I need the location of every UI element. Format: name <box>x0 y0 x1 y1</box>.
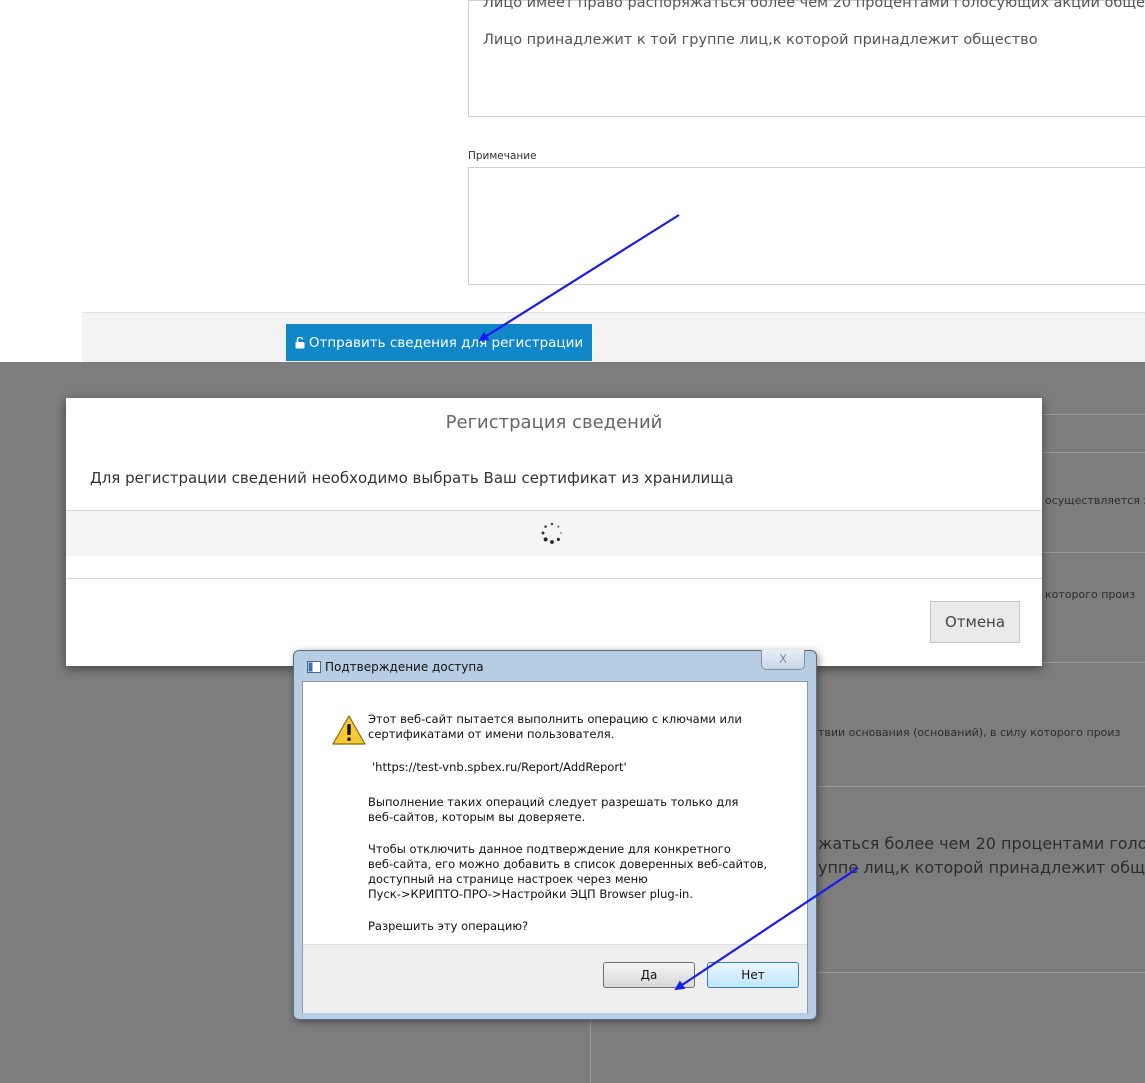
registration-modal: Регистрация сведений Для регистрации све… <box>66 398 1042 666</box>
window-app-icon <box>307 661 321 673</box>
loading-spinner-icon <box>541 522 562 544</box>
modal-divider <box>66 578 1042 579</box>
unlock-icon <box>295 336 305 348</box>
warning-icon <box>332 715 366 745</box>
modal-message: Для регистрации сведений необходимо выбр… <box>90 469 734 487</box>
loading-row <box>66 510 1042 556</box>
note-label: Примечание <box>468 150 537 162</box>
report-form: Лицо имеет право распоряжаться более чем… <box>0 0 1145 363</box>
form-footer-bar <box>82 312 1145 363</box>
dialog-text: Этот веб-сайт пытается выполнить операци… <box>368 712 742 726</box>
dialog-url: 'https://test-vnb.spbex.ru/Report/AddRep… <box>372 760 627 774</box>
submit-button-label: Отправить сведения для регистрации <box>308 334 584 351</box>
bg-text: твии основания (оснований), в силу котор… <box>818 726 1121 739</box>
roles-textarea[interactable]: Лицо имеет право распоряжаться более чем… <box>468 0 1145 117</box>
access-confirmation-dialog: Подтверждение доступа X Этот веб-сайт пы… <box>293 650 817 1020</box>
dialog-question: Разрешить эту операцию? <box>368 919 529 933</box>
dialog-text: Пуск->КРИПТО-ПРО->Настройки ЭЦП Browser … <box>368 887 693 901</box>
dialog-button-row: Да Нет <box>303 944 807 1013</box>
dialog-title: Подтверждение доступа <box>325 660 484 674</box>
close-button[interactable]: X <box>761 650 805 670</box>
role-line: Лицо принадлежит к той группе лиц,к кото… <box>483 32 1038 48</box>
cancel-button[interactable]: Отмена <box>930 601 1020 643</box>
submit-for-registration-button[interactable]: Отправить сведения для регистрации <box>286 324 592 361</box>
role-line: Лицо имеет право распоряжаться более чем… <box>483 0 1145 11</box>
dialog-text: Выполнение таких операций следует разреш… <box>368 795 739 809</box>
bg-text: которого произ <box>1045 588 1136 601</box>
dialog-text: веб-сайта, его можно добавить в список д… <box>368 857 768 871</box>
modal-title: Регистрация сведений <box>445 412 663 433</box>
dialog-body: Этот веб-сайт пытается выполнить операци… <box>302 681 808 1013</box>
dialog-titlebar[interactable]: Подтверждение доступа X <box>294 650 816 681</box>
yes-button[interactable]: Да <box>603 962 695 988</box>
bg-text: уппе лиц,к которой принадлежит общес <box>818 858 1145 877</box>
dialog-text: веб-сайтов, которым вы доверяете. <box>368 810 586 824</box>
dialog-text: Чтобы отключить данное подтверждение для… <box>368 842 731 856</box>
bg-text: осуществляется з <box>1045 494 1145 507</box>
no-button[interactable]: Нет <box>707 962 799 988</box>
note-textarea[interactable] <box>468 167 1145 285</box>
dialog-text: сертификатами от имени пользователя. <box>368 727 615 741</box>
dialog-text: доступный на странице настроек через мен… <box>368 872 648 886</box>
bg-text: жаться более чем 20 процентами голосу <box>818 834 1145 853</box>
